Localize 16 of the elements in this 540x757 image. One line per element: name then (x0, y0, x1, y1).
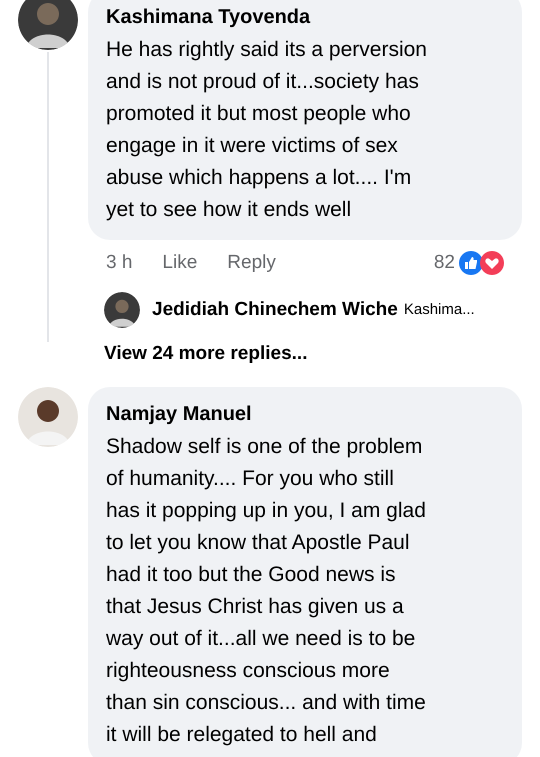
comment-time: 3 h (106, 250, 132, 275)
avatar-icon[interactable] (18, 386, 78, 446)
author-name[interactable]: Kashimana Tyovenda (106, 4, 504, 30)
like-button[interactable]: Like (162, 248, 198, 278)
reply-button[interactable]: Reply (227, 248, 276, 278)
comment-text: He has rightly said its a perversion and is not proud of it...society has promoted it but most people who engage in it were victims of sex abuse which happens a lot.... I'm yet to see how it ends well (106, 37, 428, 223)
view-more-replies-link[interactable]: View 24 more replies... (88, 340, 522, 368)
reaction-count: 82 (434, 250, 455, 275)
reply-author[interactable]: Jedidiah Chinechem Wiche (152, 296, 398, 324)
avatar-icon[interactable] (104, 292, 140, 328)
comment-text: Shadow self is one of the problem of humanity.... For you who still has it popping up in you, I am glad to let you know that Apostle Paul had it too but the Good news is that Jesus Christ has given us a way out of it...all we need is to be righteousness conscious more than sin conscious... and with time it will be relegated to hell and (106, 434, 427, 748)
reply-preview-text: Kashima... (404, 300, 475, 320)
heart-reaction-icon (480, 251, 504, 275)
author-name[interactable]: Namjay Manuel (106, 400, 504, 426)
like-reaction-icon (459, 251, 483, 275)
avatar-icon[interactable] (18, 0, 78, 50)
